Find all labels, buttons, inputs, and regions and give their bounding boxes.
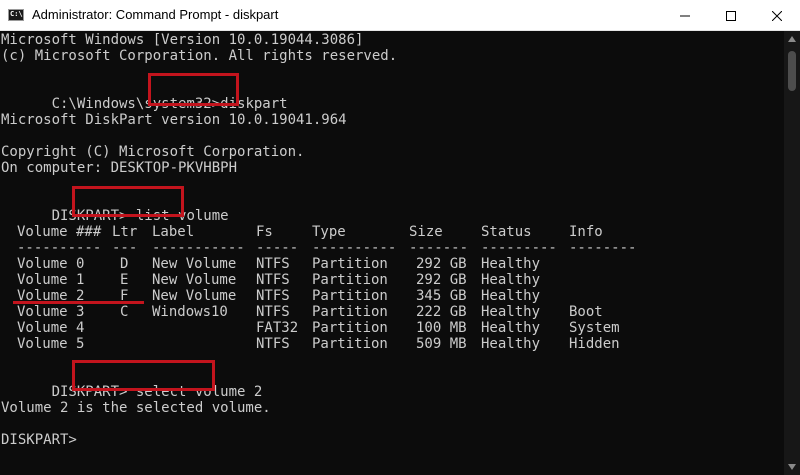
table-cell-size: 509 MB bbox=[416, 336, 467, 352]
highlight-list-volume-command bbox=[72, 186, 184, 217]
table-separator: ----------- bbox=[152, 240, 245, 256]
table-cell-type: Partition bbox=[312, 320, 388, 336]
table-cell-fs: NTFS bbox=[256, 304, 290, 320]
table-cell-fs: NTFS bbox=[256, 272, 290, 288]
table-separator: --- bbox=[112, 240, 138, 256]
table-cell-volume: Volume 3 bbox=[17, 304, 85, 320]
scroll-thumb[interactable] bbox=[788, 51, 796, 91]
highlight-volume-2-underline bbox=[13, 301, 144, 304]
table-header: Label bbox=[152, 224, 195, 240]
minimize-button[interactable] bbox=[662, 0, 708, 31]
table-separator: --------- bbox=[481, 240, 557, 256]
console-line: Microsoft Windows [Version 10.0.19044.30… bbox=[1, 32, 364, 48]
table-header: Ltr bbox=[112, 224, 138, 240]
title-bar[interactable]: C:\ Administrator: Command Prompt - disk… bbox=[0, 0, 800, 31]
table-cell-info: Hidden bbox=[569, 336, 620, 352]
table-separator: -------- bbox=[569, 240, 637, 256]
table-header: Size bbox=[409, 224, 443, 240]
table-header: Status bbox=[481, 224, 532, 240]
table-cell-ltr: D bbox=[120, 256, 129, 272]
table-cell-volume: Volume 1 bbox=[17, 272, 85, 288]
maximize-button[interactable] bbox=[708, 0, 754, 31]
table-cell-size: 100 MB bbox=[416, 320, 467, 336]
table-separator: ------- bbox=[409, 240, 469, 256]
table-cell-info: Boot bbox=[569, 304, 603, 320]
table-cell-size: 222 GB bbox=[416, 304, 467, 320]
diskpart-prompt: DISKPART> bbox=[1, 432, 77, 448]
table-cell-fs: NTFS bbox=[256, 336, 290, 352]
table-cell-status: Healthy bbox=[481, 288, 541, 304]
table-cell-ltr: C bbox=[120, 304, 129, 320]
table-cell-fs: NTFS bbox=[256, 288, 290, 304]
close-button[interactable] bbox=[754, 0, 800, 31]
table-cell-info: System bbox=[569, 320, 620, 336]
table-cell-type: Partition bbox=[312, 256, 388, 272]
table-header: Fs bbox=[256, 224, 273, 240]
table-header: Volume ### bbox=[17, 224, 102, 240]
table-cell-size: 292 GB bbox=[416, 256, 467, 272]
table-cell-volume: Volume 0 bbox=[17, 256, 85, 272]
minimize-icon bbox=[680, 15, 690, 16]
table-cell-label: New Volume bbox=[152, 272, 237, 288]
console-line: Microsoft DiskPart version 10.0.19041.96… bbox=[1, 112, 347, 128]
table-cell-type: Partition bbox=[312, 288, 388, 304]
highlight-select-volume-command bbox=[72, 360, 215, 391]
scroll-down-button[interactable] bbox=[784, 459, 800, 475]
table-cell-type: Partition bbox=[312, 272, 388, 288]
table-cell-volume: Volume 4 bbox=[17, 320, 85, 336]
console-line: Copyright (C) Microsoft Corporation. bbox=[1, 144, 305, 160]
table-separator: ---------- bbox=[312, 240, 397, 256]
console-line: Volume 2 is the selected volume. bbox=[1, 400, 271, 416]
scroll-up-button[interactable] bbox=[784, 31, 800, 47]
table-cell-label: New Volume bbox=[152, 288, 237, 304]
table-cell-fs: FAT32 bbox=[256, 320, 299, 336]
table-cell-type: Partition bbox=[312, 304, 388, 320]
table-cell-status: Healthy bbox=[481, 256, 541, 272]
table-cell-status: Healthy bbox=[481, 304, 541, 320]
vertical-scrollbar[interactable] bbox=[784, 31, 800, 475]
console-line: (c) Microsoft Corporation. All rights re… bbox=[1, 48, 398, 64]
console-app-icon: C:\ bbox=[8, 9, 24, 21]
window-title: Administrator: Command Prompt - diskpart bbox=[32, 7, 279, 22]
table-separator: ----- bbox=[256, 240, 299, 256]
table-cell-volume: Volume 5 bbox=[17, 336, 85, 352]
prompt-line: C:\Windows\system32>diskpart bbox=[1, 80, 288, 112]
chevron-up-icon bbox=[788, 36, 796, 42]
maximize-icon bbox=[726, 10, 736, 21]
table-cell-status: Healthy bbox=[481, 336, 541, 352]
table-cell-size: 345 GB bbox=[416, 288, 467, 304]
table-cell-label: Windows10 bbox=[152, 304, 228, 320]
console-output[interactable]: Microsoft Windows [Version 10.0.19044.30… bbox=[0, 31, 784, 475]
table-separator: ---------- bbox=[17, 240, 102, 256]
table-cell-type: Partition bbox=[312, 336, 388, 352]
table-cell-size: 292 GB bbox=[416, 272, 467, 288]
table-header: Info bbox=[569, 224, 603, 240]
chevron-down-icon bbox=[788, 464, 796, 470]
table-cell-status: Healthy bbox=[481, 320, 541, 336]
table-cell-fs: NTFS bbox=[256, 256, 290, 272]
highlight-diskpart-command bbox=[148, 73, 239, 106]
table-cell-ltr: E bbox=[120, 272, 129, 288]
command-prompt-window: C:\ Administrator: Command Prompt - disk… bbox=[0, 0, 800, 475]
close-icon bbox=[772, 10, 782, 21]
console-line: On computer: DESKTOP-PKVHBPH bbox=[1, 160, 238, 176]
table-cell-label: New Volume bbox=[152, 256, 237, 272]
table-header: Type bbox=[312, 224, 346, 240]
table-cell-status: Healthy bbox=[481, 272, 541, 288]
